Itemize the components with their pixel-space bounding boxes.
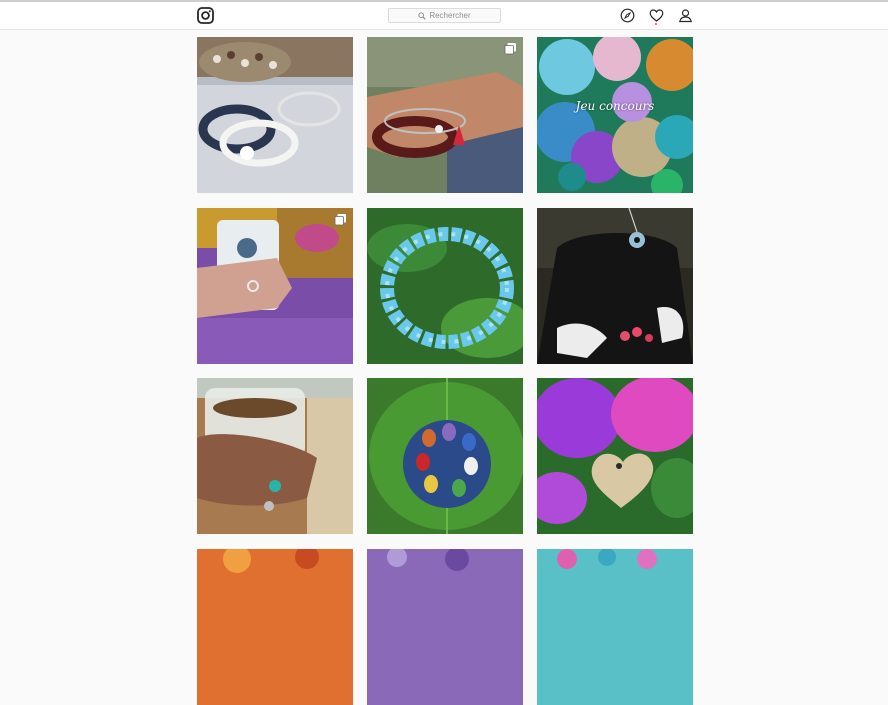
post-thumbnail[interactable] bbox=[367, 378, 523, 534]
post-image bbox=[367, 549, 523, 705]
post-image bbox=[537, 37, 693, 193]
post-thumbnail[interactable]: Jeu concours bbox=[537, 37, 693, 193]
search-placeholder: Rechercher bbox=[429, 11, 471, 20]
post-image bbox=[197, 378, 353, 534]
post-thumbnail[interactable] bbox=[537, 549, 693, 705]
carousel-icon bbox=[504, 43, 516, 55]
post-image bbox=[367, 378, 523, 534]
post-image bbox=[367, 37, 523, 193]
instagram-camera-icon[interactable] bbox=[197, 7, 214, 24]
post-thumbnail[interactable] bbox=[197, 37, 353, 193]
post-thumbnail[interactable] bbox=[367, 37, 523, 193]
post-thumbnail[interactable] bbox=[367, 208, 523, 364]
search-icon bbox=[418, 11, 427, 20]
post-thumbnail[interactable] bbox=[537, 208, 693, 364]
post-thumbnail[interactable] bbox=[197, 549, 353, 705]
post-thumbnail[interactable] bbox=[367, 549, 523, 705]
user-icon[interactable] bbox=[678, 8, 693, 23]
post-caption-overlay: Jeu concours bbox=[575, 99, 655, 113]
post-thumbnail[interactable] bbox=[197, 378, 353, 534]
post-image bbox=[197, 37, 353, 193]
heart-icon[interactable] bbox=[649, 8, 664, 23]
post-image bbox=[197, 208, 353, 364]
search-input[interactable]: Rechercher bbox=[388, 8, 501, 23]
post-image bbox=[197, 549, 353, 705]
carousel-icon bbox=[334, 214, 346, 226]
post-image bbox=[537, 378, 693, 534]
post-thumbnail[interactable] bbox=[197, 208, 353, 364]
post-image bbox=[537, 208, 693, 364]
compass-icon[interactable] bbox=[620, 8, 635, 23]
post-thumbnail[interactable] bbox=[537, 378, 693, 534]
top-navigation-bar: Rechercher bbox=[0, 2, 888, 30]
post-image bbox=[537, 549, 693, 705]
post-image bbox=[367, 208, 523, 364]
activity-notification-dot bbox=[655, 23, 657, 25]
